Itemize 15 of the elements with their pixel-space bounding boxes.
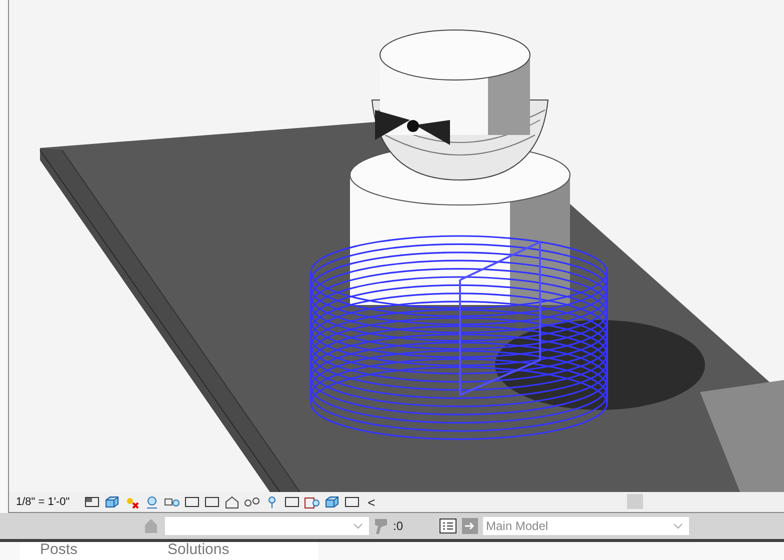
- design-option-dropdown[interactable]: Main Model: [483, 517, 690, 535]
- house-icon[interactable]: [224, 495, 240, 509]
- scrollbar-thumb[interactable]: [627, 494, 643, 509]
- cube-icon[interactable]: [324, 495, 340, 509]
- properties-icon[interactable]: [439, 518, 458, 534]
- chevron-down-icon: [673, 523, 684, 529]
- selection-count: :0: [393, 519, 404, 533]
- view-scale[interactable]: 1/8" = 1'-0": [16, 496, 70, 508]
- page-link[interactable]: Posts: [40, 542, 78, 560]
- visual-style-icon[interactable]: [84, 495, 100, 509]
- page-link[interactable]: Solutions: [168, 542, 230, 560]
- glasses-icon[interactable]: [244, 495, 260, 509]
- collapse-toggle[interactable]: <: [368, 494, 376, 510]
- cube-icon[interactable]: [104, 495, 120, 509]
- chevron-down-icon: [353, 523, 363, 529]
